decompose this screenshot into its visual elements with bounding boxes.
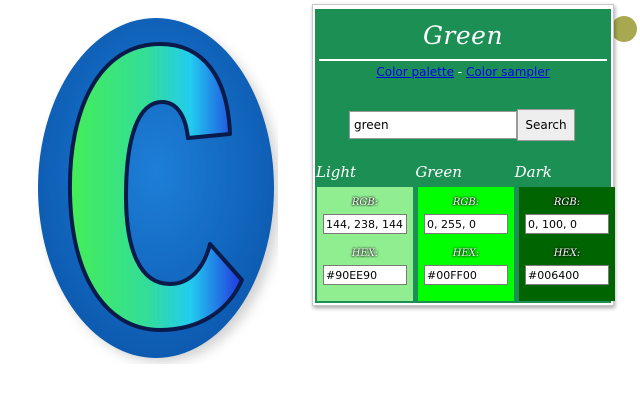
rgb-field-light[interactable] [323, 214, 407, 234]
hex-field-light[interactable] [323, 265, 407, 285]
nav-links: Color palette - Color sampler [315, 65, 611, 79]
swatch-light: RGB: HEX: [317, 187, 413, 301]
widget-body: Green Color palette - Color sampler Sear… [315, 7, 615, 303]
color-sampler-link[interactable]: Color sampler [466, 65, 550, 79]
hex-label: HEX: [351, 248, 379, 259]
shade-heading-dark: Dark [514, 163, 552, 181]
edge-circle-decoration [611, 16, 637, 42]
color-title: Green [422, 20, 504, 50]
search-form: Search [349, 109, 575, 141]
rgb-field-base[interactable] [424, 214, 508, 234]
rgb-label: RGB: [553, 197, 581, 208]
hex-label: HEX: [553, 248, 581, 259]
shade-swatches: RGB: HEX: RGB: HEX: RGB: HEX: [315, 187, 615, 303]
color-palette-link[interactable]: Color palette [376, 65, 454, 79]
hex-field-base[interactable] [424, 265, 508, 285]
rgb-field-dark[interactable] [525, 214, 609, 234]
search-input[interactable] [349, 111, 517, 139]
hex-label: HEX: [452, 248, 480, 259]
link-separator: - [453, 65, 466, 79]
rgb-label: RGB: [452, 197, 480, 208]
swatch-dark: RGB: HEX: [519, 187, 615, 301]
hex-field-dark[interactable] [525, 265, 609, 285]
shade-heading-base: Green [415, 163, 462, 181]
search-button[interactable]: Search [517, 109, 575, 141]
shade-headings: Light Green Dark [315, 163, 611, 181]
swatch-base: RGB: HEX: [418, 187, 514, 301]
rgb-label: RGB: [351, 197, 379, 208]
title-bar: Green [315, 7, 611, 61]
color-widget: Green Color palette - Color sampler Sear… [312, 4, 615, 306]
letter-c-logo [38, 18, 278, 364]
shade-heading-light: Light [316, 163, 357, 181]
